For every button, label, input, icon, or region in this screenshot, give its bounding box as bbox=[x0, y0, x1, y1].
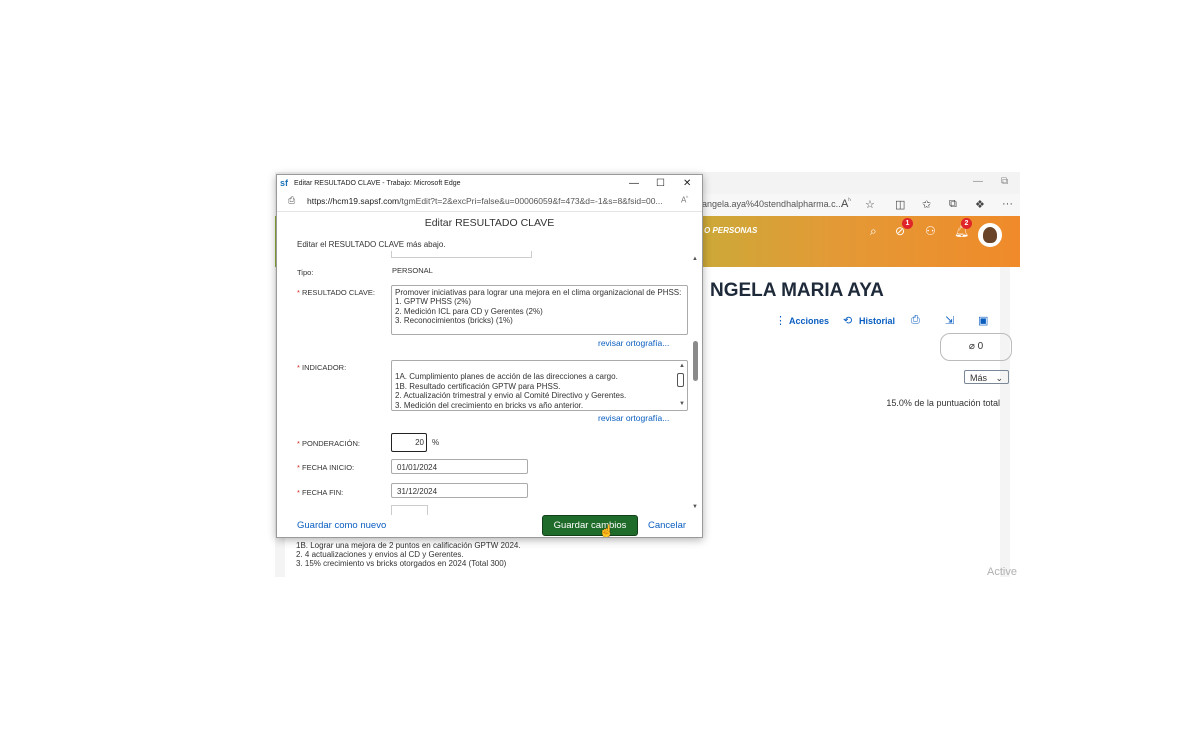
read-aloud-icon[interactable]: Aʰ bbox=[681, 195, 688, 205]
favorites-icon[interactable]: ✩ bbox=[922, 198, 931, 211]
history-button[interactable]: Historial bbox=[859, 316, 895, 326]
paperclip-icon: ⌀ bbox=[968, 341, 975, 352]
content-line: 2. 4 actualizaciones y envios al CD y Ge… bbox=[296, 550, 464, 559]
chevron-up-icon[interactable]: ▲ bbox=[692, 256, 698, 262]
todo-icon[interactable]: ⊘ 1 bbox=[895, 218, 913, 238]
edit-popup-window: sf Editar RESULTADO CLAVE - Trabajo: Mic… bbox=[276, 174, 703, 538]
save-as-new-button[interactable]: Guardar como nuevo bbox=[297, 520, 386, 531]
form-scroll-area[interactable]: Tipo: PERSONAL * RESULTADO CLAVE: Promov… bbox=[277, 251, 702, 515]
background-url[interactable]: angela.aya%40stendhalpharma.c... bbox=[702, 199, 843, 209]
avatar[interactable] bbox=[978, 223, 1002, 247]
maximize-icon[interactable]: ☐ bbox=[656, 178, 665, 189]
fecha-fin-input[interactable]: 31/12/2024 bbox=[391, 483, 528, 498]
textarea-scrollbar[interactable] bbox=[677, 373, 684, 387]
percent-sign: % bbox=[432, 438, 440, 447]
fecha-inicio-label: * FECHA INICIO: bbox=[297, 463, 355, 472]
popup-window-title: Editar RESULTADO CLAVE - Trabajo: Micros… bbox=[294, 180, 461, 187]
activate-watermark: Active bbox=[987, 566, 1017, 578]
resultado-clave-label: * RESULTADO CLAVE: bbox=[297, 288, 375, 297]
more-options-icon[interactable]: ··· bbox=[1002, 198, 1013, 210]
content-line: 3. 15% crecimiento vs bricks otorgados e… bbox=[296, 559, 507, 568]
score-text: 15.0% de la puntuación total bbox=[886, 398, 1000, 408]
chevron-down-icon[interactable]: ▼ bbox=[692, 504, 698, 510]
more-select-value: Más bbox=[970, 373, 988, 383]
form-scrollbar[interactable]: ▲ ▼ bbox=[691, 256, 699, 510]
history-icon[interactable]: ⟲ bbox=[843, 314, 852, 327]
scrollbar-thumb[interactable] bbox=[693, 341, 698, 381]
resultado-clave-textarea[interactable]: Promover iniciativas para lograr una mej… bbox=[391, 285, 688, 335]
notification-badge: 2 bbox=[961, 218, 972, 229]
popup-titlebar: sf Editar RESULTADO CLAVE - Trabajo: Mic… bbox=[277, 175, 702, 193]
close-icon[interactable]: ✕ bbox=[683, 178, 691, 189]
ponderacion-input[interactable]: 20 bbox=[391, 433, 427, 452]
minimize-icon[interactable]: — bbox=[629, 178, 639, 189]
save-icon[interactable]: ▣ bbox=[978, 314, 988, 327]
employee-name: NGELA MARIA AYA bbox=[710, 280, 884, 301]
fecha-fin-label: * FECHA FIN: bbox=[297, 488, 344, 497]
export-icon[interactable]: ⇲ bbox=[945, 314, 954, 327]
next-field bbox=[391, 505, 428, 515]
spellcheck-link[interactable]: revisar ortografía... bbox=[598, 338, 669, 348]
attachments-count: 0 bbox=[977, 341, 984, 352]
chevron-down-icon: ⌄ bbox=[995, 373, 1003, 383]
favorite-star-icon[interactable]: ☆ bbox=[865, 198, 875, 211]
print-icon[interactable]: ⎙ bbox=[911, 314, 920, 327]
search-icon[interactable]: ⌕ bbox=[870, 224, 877, 239]
read-aloud-icon[interactable]: Aʰ bbox=[841, 198, 851, 210]
cancel-button[interactable]: Cancelar bbox=[648, 520, 686, 531]
indicador-text: 1A. Cumplimiento planes de acción de las… bbox=[395, 372, 627, 410]
extensions-icon[interactable]: ❖ bbox=[975, 198, 985, 211]
split-screen-icon[interactable]: ◫ bbox=[895, 198, 905, 211]
dialog-footer: Guardar como nuevo Guardar cambios Cance… bbox=[277, 515, 702, 537]
tipo-value: PERSONAL bbox=[392, 266, 433, 275]
ponderacion-label: * PONDERACIÓN: bbox=[297, 439, 360, 448]
todo-badge: 1 bbox=[902, 218, 913, 229]
hand-cursor-icon: ☝ bbox=[599, 524, 614, 538]
dialog-title: Editar RESULTADO CLAVE bbox=[424, 217, 555, 229]
chevron-down-icon[interactable]: ▼ bbox=[679, 400, 685, 409]
attachments-button[interactable]: ⌀ 0 bbox=[940, 333, 1012, 361]
more-select[interactable]: Más ⌄ bbox=[964, 370, 1009, 384]
people-icon[interactable]: ⚇ bbox=[925, 224, 936, 238]
spellcheck-link[interactable]: revisar ortografía... bbox=[598, 413, 669, 423]
dialog-intro: Editar el RESULTADO CLAVE más abajo. bbox=[297, 240, 446, 249]
bell-icon[interactable]: 🔔︎ 2 bbox=[954, 218, 972, 238]
indicador-textarea[interactable]: 1A. Cumplimiento planes de acción de las… bbox=[391, 360, 688, 411]
goal-target-lines: 1B. Lograr una mejora de 2 puntos en cal… bbox=[296, 541, 521, 568]
chevron-up-icon[interactable]: ▲ bbox=[679, 362, 685, 371]
previous-field bbox=[391, 251, 532, 258]
actions-menu-icon[interactable]: ⋮ bbox=[775, 314, 786, 327]
minimize-icon[interactable]: — bbox=[973, 176, 983, 187]
lock-icon[interactable]: ⎙ bbox=[288, 195, 295, 206]
collections-icon[interactable]: ⧉ bbox=[949, 198, 957, 211]
popup-url[interactable]: https://hcm19.sapsf.com/tgmEdit?t=2&excP… bbox=[307, 196, 663, 206]
nav-label[interactable]: O PERSONAS bbox=[704, 226, 757, 235]
save-changes-button[interactable]: Guardar cambios bbox=[542, 515, 638, 536]
indicador-label: * INDICADOR: bbox=[297, 363, 347, 372]
restore-icon[interactable]: ⧉ bbox=[1001, 176, 1008, 187]
tipo-label: Tipo: bbox=[297, 268, 314, 277]
content-line: 1B. Lograr una mejora de 2 puntos en cal… bbox=[296, 541, 521, 550]
fecha-inicio-input[interactable]: 01/01/2024 bbox=[391, 459, 528, 474]
actions-button[interactable]: Acciones bbox=[789, 316, 829, 326]
sf-logo-icon: sf bbox=[280, 178, 289, 188]
popup-address-bar[interactable]: ⎙ https://hcm19.sapsf.com/tgmEdit?t=2&ex… bbox=[277, 193, 702, 212]
